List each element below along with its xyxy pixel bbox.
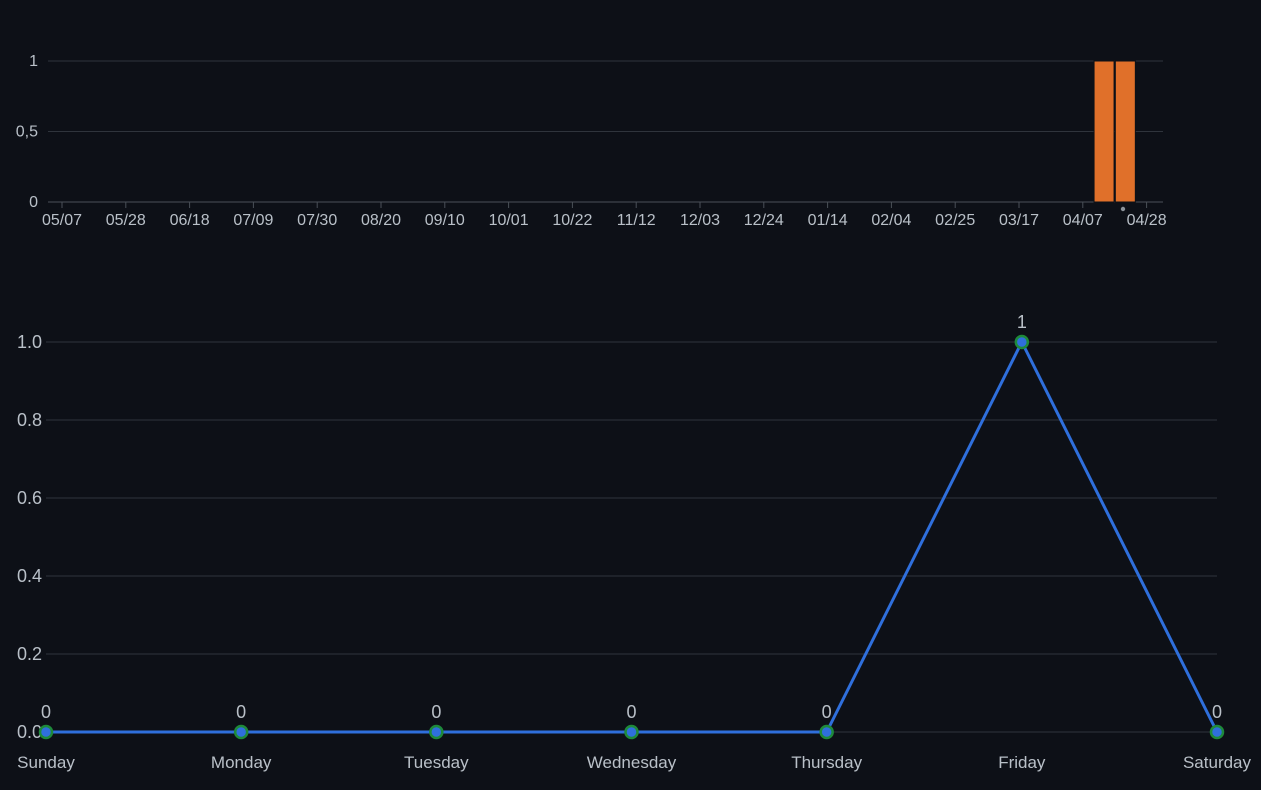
- line-data-label: 0: [822, 702, 832, 722]
- line-x-category-label: Monday: [211, 753, 272, 772]
- line-data-label: 0: [626, 702, 636, 722]
- line-y-tick-label: 0.4: [17, 566, 42, 586]
- line-x-category-label: Thursday: [791, 753, 862, 772]
- charts-canvas: 0 0,5 1 05/07 05/28 06/18 07/09 07/30 08/20 09/10…: [0, 0, 1261, 790]
- line-data-label: 1: [1017, 312, 1027, 332]
- line-x-category-label: Friday: [998, 753, 1046, 772]
- line-point: [624, 724, 639, 740]
- line-y-tick-label: 1.0: [17, 332, 42, 352]
- line-x-category-label: Tuesday: [404, 753, 469, 772]
- line-point: [819, 724, 834, 740]
- line-y-tick-label: 0.8: [17, 410, 42, 430]
- line-point: [1209, 724, 1225, 740]
- line-data-label: 0: [431, 702, 441, 722]
- line-y-tick-label: 0.0: [17, 722, 42, 742]
- line-point: [1014, 334, 1030, 350]
- line-y-tick-label: 0.6: [17, 488, 42, 508]
- line-point: [429, 724, 444, 740]
- line-point: [233, 724, 249, 740]
- day-of-week-line-chart: 0.0 0.2 0.4 0.6 0.8 1.0 0 Sunday 0 Monday 0 Tuesday…: [17, 312, 1252, 772]
- line-point: [38, 724, 54, 740]
- line-y-tick-label: 0.2: [17, 644, 42, 664]
- line-data-label: 0: [1212, 702, 1222, 722]
- line-x-category-label: Sunday: [17, 753, 75, 772]
- line-x-category-label: Saturday: [1183, 753, 1252, 772]
- line-series: [46, 340, 1219, 734]
- line-data-label: 0: [41, 702, 51, 722]
- line-data-label: 0: [236, 702, 246, 722]
- line-x-category-label: Wednesday: [587, 753, 677, 772]
